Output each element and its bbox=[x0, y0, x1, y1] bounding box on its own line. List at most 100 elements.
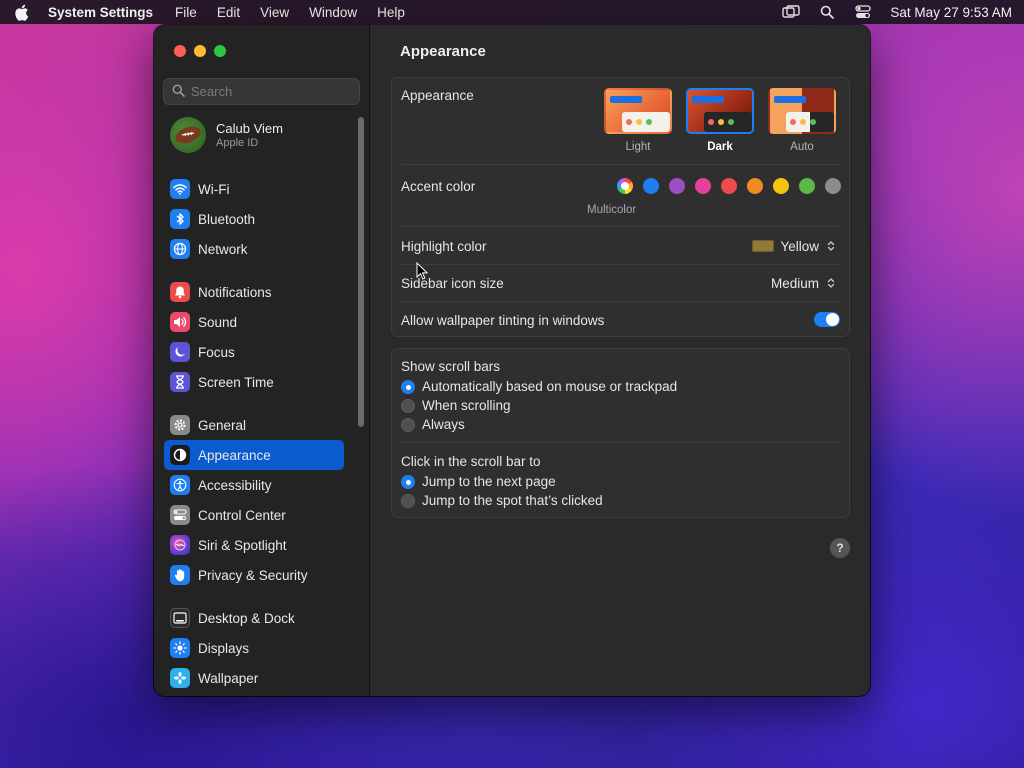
radio-button[interactable] bbox=[401, 493, 415, 508]
sidebar-item-notifications[interactable]: Notifications bbox=[164, 277, 344, 307]
accent-swatch[interactable] bbox=[695, 178, 711, 194]
sidebar: Calub Viem Apple ID Wi-Fi Bluetooth bbox=[154, 25, 370, 696]
sidebar-item-label: General bbox=[198, 417, 247, 433]
page-title: Appearance bbox=[400, 43, 486, 60]
radio-button[interactable] bbox=[401, 474, 415, 489]
control-center-icon[interactable] bbox=[854, 4, 872, 20]
icon-size-value: Medium bbox=[770, 275, 819, 291]
profile-name: Calub Viem bbox=[216, 121, 283, 136]
highlight-color-value: Yellow bbox=[780, 238, 819, 254]
appearance-auto-option[interactable]: Auto bbox=[767, 88, 837, 153]
wallpaper-tinting-label: Allow wallpaper tinting in windows bbox=[401, 313, 605, 328]
minimize-window-button[interactable] bbox=[194, 45, 206, 57]
menu-clock[interactable]: Sat May 27 9:53 AM bbox=[890, 5, 1012, 20]
sidebar-item-label: Accessibility bbox=[198, 477, 272, 493]
show-scroll-bars-label: Show scroll bars bbox=[401, 359, 501, 374]
light-mode-label: Light bbox=[625, 141, 651, 153]
menu-app-name[interactable]: System Settings bbox=[48, 5, 153, 20]
sidebar-item-network[interactable]: Network bbox=[164, 234, 344, 264]
appearance-light-option[interactable]: Light bbox=[603, 88, 673, 153]
accent-swatch[interactable] bbox=[773, 178, 789, 194]
sun-icon bbox=[170, 638, 190, 658]
sidebar-icon-size-popup[interactable]: Medium bbox=[771, 275, 837, 291]
menu-view[interactable]: View bbox=[260, 5, 289, 20]
sidebar-item-displays[interactable]: Displays bbox=[164, 633, 344, 663]
moon-icon bbox=[170, 342, 190, 362]
accent-swatch[interactable] bbox=[799, 178, 815, 194]
sidebar-item-accessibility[interactable]: Accessibility bbox=[164, 470, 344, 500]
search-input[interactable] bbox=[191, 84, 351, 99]
divider bbox=[401, 442, 840, 443]
menu-window[interactable]: Window bbox=[309, 5, 357, 20]
accent-swatch[interactable] bbox=[643, 178, 659, 194]
accent-swatch[interactable] bbox=[747, 178, 763, 194]
accent-swatch-multicolor[interactable] bbox=[617, 178, 633, 194]
sidebar-item-desktop-dock[interactable]: Desktop & Dock bbox=[164, 603, 344, 633]
accent-color-label: Accent color bbox=[401, 179, 476, 194]
radio-label: Automatically based on mouse or trackpad bbox=[422, 379, 678, 394]
radio-button[interactable] bbox=[401, 379, 415, 394]
divider bbox=[401, 301, 840, 302]
spotlight-search-icon[interactable] bbox=[818, 4, 836, 20]
appearance-settings-card: Appearance Light Dark Auto Accent color … bbox=[391, 77, 850, 337]
sidebar-group-desktop: Desktop & Dock Displays Wallpaper bbox=[164, 603, 344, 693]
control-center-icon bbox=[170, 505, 190, 525]
menu-file[interactable]: File bbox=[175, 5, 197, 20]
sidebar-item-sound[interactable]: Sound bbox=[164, 307, 344, 337]
sidebar-item-label: Focus bbox=[198, 344, 235, 360]
accent-swatch[interactable] bbox=[721, 178, 737, 194]
sidebar-scrollbar[interactable] bbox=[358, 117, 364, 427]
sidebar-item-focus[interactable]: Focus bbox=[164, 337, 344, 367]
apple-logo-icon[interactable] bbox=[12, 3, 30, 21]
highlight-color-popup[interactable]: Yellow bbox=[752, 238, 837, 254]
gear-icon bbox=[170, 415, 190, 435]
sidebar-item-privacy-security[interactable]: Privacy & Security bbox=[164, 560, 344, 590]
radio-scroll-automatic[interactable]: Automatically based on mouse or trackpad bbox=[401, 379, 677, 394]
radio-button[interactable] bbox=[401, 417, 415, 432]
globe-icon bbox=[170, 239, 190, 259]
search-icon bbox=[172, 84, 185, 100]
sidebar-item-screen-time[interactable]: Screen Time bbox=[164, 367, 344, 397]
radio-scroll-when-scrolling[interactable]: When scrolling bbox=[401, 398, 511, 413]
radio-scroll-always[interactable]: Always bbox=[401, 417, 465, 432]
apple-id-profile[interactable]: Calub Viem Apple ID bbox=[170, 117, 283, 153]
speaker-icon bbox=[170, 312, 190, 332]
sidebar-item-label: Notifications bbox=[198, 284, 272, 300]
auto-mode-thumbnail bbox=[768, 88, 836, 134]
radio-jump-next-page[interactable]: Jump to the next page bbox=[401, 474, 556, 489]
menu-bar: System Settings File Edit View Window He… bbox=[0, 0, 1024, 24]
sidebar-item-label: Privacy & Security bbox=[198, 567, 308, 583]
close-window-button[interactable] bbox=[174, 45, 186, 57]
appearance-dark-option[interactable]: Dark bbox=[685, 88, 755, 153]
sidebar-item-siri-spotlight[interactable]: Siri & Spotlight bbox=[164, 530, 344, 560]
siri-icon bbox=[170, 535, 190, 555]
highlight-color-label: Highlight color bbox=[401, 239, 487, 254]
accent-swatch[interactable] bbox=[669, 178, 685, 194]
appearance-icon bbox=[170, 445, 190, 465]
sidebar-item-general[interactable]: General bbox=[164, 410, 344, 440]
sidebar-group-notifications: Notifications Sound Focus Screen Time bbox=[164, 277, 344, 397]
sidebar-item-label: Wallpaper bbox=[198, 670, 259, 686]
help-button[interactable]: ? bbox=[830, 538, 850, 558]
accent-swatch[interactable] bbox=[825, 178, 841, 194]
sidebar-item-appearance[interactable]: Appearance bbox=[164, 440, 344, 470]
screen-mirroring-icon[interactable] bbox=[782, 4, 801, 20]
sidebar-item-label: Screen Time bbox=[198, 374, 274, 390]
radio-jump-to-spot[interactable]: Jump to the spot that’s clicked bbox=[401, 493, 603, 508]
sidebar-item-control-center[interactable]: Control Center bbox=[164, 500, 344, 530]
wallpaper-tinting-toggle[interactable] bbox=[814, 312, 840, 327]
menu-help[interactable]: Help bbox=[377, 5, 405, 20]
zoom-window-button[interactable] bbox=[214, 45, 226, 57]
accent-color-swatches bbox=[617, 178, 841, 194]
sidebar-group-network: Wi-Fi Bluetooth Network bbox=[164, 174, 344, 264]
mouse-cursor-icon bbox=[416, 261, 429, 280]
menu-edit[interactable]: Edit bbox=[217, 5, 240, 20]
multicolor-label: Multicolor bbox=[587, 204, 637, 216]
radio-label: Always bbox=[422, 417, 465, 432]
sidebar-item-wifi[interactable]: Wi-Fi bbox=[164, 174, 344, 204]
divider bbox=[401, 164, 840, 165]
sidebar-search[interactable] bbox=[163, 78, 360, 105]
sidebar-item-bluetooth[interactable]: Bluetooth bbox=[164, 204, 344, 234]
radio-button[interactable] bbox=[401, 398, 415, 413]
sidebar-item-wallpaper[interactable]: Wallpaper bbox=[164, 663, 344, 693]
